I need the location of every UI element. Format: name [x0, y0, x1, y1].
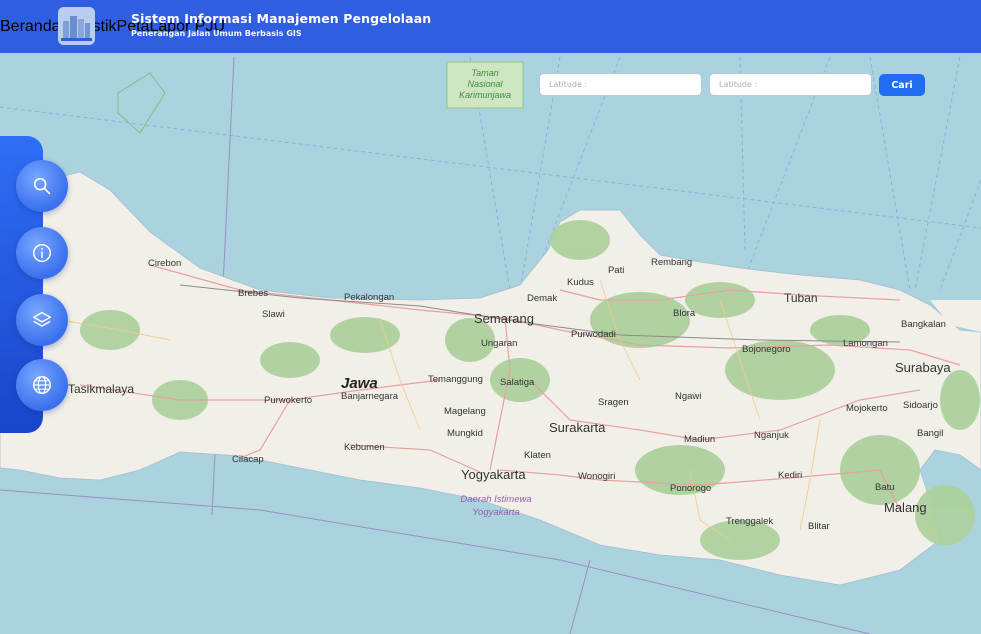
city-label: Cilacap: [232, 454, 264, 465]
city-label: Sidoarjo: [903, 400, 938, 411]
nav-beranda[interactable]: Beranda: [0, 18, 61, 36]
city-label: Nganjuk: [754, 430, 789, 441]
city-label: Slawi: [262, 309, 285, 320]
label-park: Karimunjawa: [459, 90, 511, 100]
info-tool-button[interactable]: [16, 227, 68, 279]
latitude-input[interactable]: [539, 73, 702, 96]
city-label: Cirebon: [148, 258, 181, 269]
city-label: Tuban: [784, 291, 818, 305]
app-logo[interactable]: [58, 7, 95, 45]
city-label: Ngawi: [675, 391, 701, 402]
city-label: Pati: [608, 265, 624, 276]
city-label: Batu: [875, 482, 895, 493]
globe-icon: [33, 376, 51, 394]
city-label: Yogyakarta: [461, 467, 526, 482]
layers-icon: [33, 311, 51, 327]
city-label: Blitar: [808, 521, 830, 532]
city-label: Ponorogo: [670, 483, 711, 494]
city-label: Purwokerto: [264, 395, 312, 406]
city-label: Semarang: [474, 311, 534, 326]
city-label: Bangil: [917, 428, 943, 439]
label-dy: Daerah Istimewa: [460, 494, 531, 505]
brand-block: Sistem Informasi Manajemen Pengelolaan P…: [131, 11, 431, 38]
city-label: Surabaya: [895, 360, 951, 375]
city-label: Lamongan: [843, 338, 888, 349]
city-label: Kediri: [778, 470, 802, 481]
label-region: Jawa: [341, 375, 378, 392]
app-title: Sistem Informasi Manajemen Pengelolaan: [131, 11, 432, 26]
search-tool-button[interactable]: [16, 160, 68, 212]
city-label: Temanggung: [428, 374, 483, 385]
top-navbar: Sistem Informasi Manajemen Pengelolaan P…: [0, 0, 981, 53]
city-label: Mojokerto: [846, 403, 888, 414]
city-label: Bangkalan: [901, 319, 946, 330]
city-label: Magelang: [444, 406, 486, 417]
city-label: Blora: [673, 308, 696, 319]
city-label: Klaten: [524, 450, 551, 461]
globe-tool-button[interactable]: [16, 359, 68, 411]
city-label: Purwodadi: [571, 329, 616, 340]
label-park: Nasional: [467, 79, 503, 89]
info-icon: [33, 244, 51, 262]
longitude-input[interactable]: [709, 73, 872, 96]
city-label: Rembang: [651, 257, 692, 268]
city-label: Surakarta: [549, 420, 606, 435]
city-label: Banjarnegara: [341, 391, 399, 402]
city-label: Sragen: [598, 397, 629, 408]
city-label: Bojonegoro: [742, 344, 791, 355]
city-label: Kebumen: [344, 442, 385, 453]
city-label: Mungkid: [447, 428, 483, 439]
city-label: Demak: [527, 293, 557, 304]
layers-tool-button[interactable]: [16, 294, 68, 346]
city-label: Ungaran: [481, 338, 517, 349]
search-icon: [33, 177, 51, 195]
city-label: Malang: [884, 500, 927, 515]
app-subtitle: Penerangan Jalan Umum Berbasis GIS: [131, 29, 302, 38]
city-label: Madiun: [684, 434, 715, 445]
map-view[interactable]: Taman Nasional Karimunjawa Jawa Daerah I…: [0, 53, 981, 634]
city-label: Pekalongan: [344, 292, 394, 303]
city-label: Brebes: [238, 288, 268, 299]
label-dy: Yogyakarta: [472, 507, 520, 518]
city-label: Wonogiri: [578, 471, 615, 482]
city-label: Salatiga: [500, 377, 535, 388]
city-label: Tasikmalaya: [68, 382, 134, 396]
city-label: Trenggalek: [726, 516, 773, 527]
city-label: Kudus: [567, 277, 594, 288]
search-button[interactable]: Cari: [879, 74, 925, 96]
label-park: Taman: [471, 68, 498, 78]
